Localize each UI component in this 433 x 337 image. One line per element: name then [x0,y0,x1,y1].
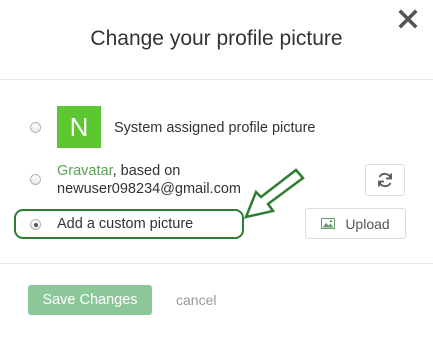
cancel-link[interactable]: cancel [176,292,216,308]
footer-divider [0,263,433,264]
upload-button[interactable]: Upload [305,208,406,239]
profile-picture-dialog: Change your profile picture N System ass… [0,0,433,337]
header-divider [0,79,433,80]
system-picture-label: System assigned profile picture [114,120,316,136]
gravatar-email: newuser098234@gmail.com [57,181,241,197]
gravatar-link[interactable]: Gravatar [57,163,113,179]
radio-custom-picture[interactable] [30,219,41,230]
gravatar-description: Gravatar, based on [57,162,180,180]
image-icon [321,218,336,229]
refresh-icon [378,172,392,188]
radio-system-picture[interactable] [30,122,41,133]
dialog-title: Change your profile picture [90,27,343,50]
avatar: N [57,106,101,148]
save-changes-button[interactable]: Save Changes [28,285,152,315]
annotation-arrow-icon [243,168,305,219]
custom-picture-label: Add a custom picture [57,216,194,232]
gravatar-suffix: , based on [112,163,181,179]
radio-gravatar[interactable] [30,174,41,185]
upload-label: Upload [345,215,390,232]
refresh-gravatar-button[interactable] [365,164,405,196]
